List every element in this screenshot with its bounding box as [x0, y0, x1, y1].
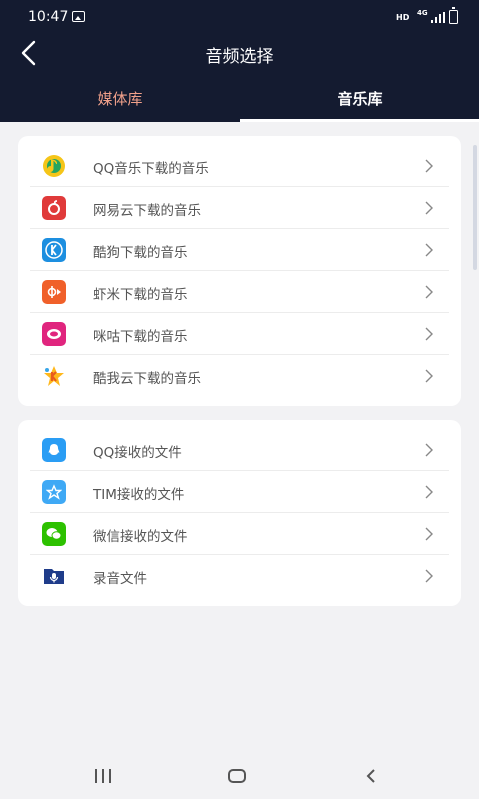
status-bar: 10:47 HD 4G [0, 0, 479, 34]
app-header: 10:47 HD 4G 音频选择 媒体库 音乐库 [0, 0, 479, 122]
list-item-label: 录音文件 [93, 571, 147, 587]
network-type-indicator: 4G [417, 9, 428, 17]
page-title: 音频选择 [205, 47, 274, 67]
kugou-icon [42, 238, 66, 262]
music-apps-card: QQ音乐下载的音乐 网易云下载的音乐 酷狗下载的音乐 虾米下载的音乐 咪咕下载的… [18, 136, 461, 406]
list-item-label: 微信接收的文件 [93, 529, 188, 545]
list-item-kugou-music[interactable]: 酷狗下载的音乐 [18, 229, 461, 271]
tab-music-library[interactable]: 音乐库 [240, 88, 479, 122]
list-item-qq-music[interactable]: QQ音乐下载的音乐 [18, 145, 461, 187]
list-item-tim-files[interactable]: TIM接收的文件 [18, 471, 461, 513]
gallery-notification-icon [72, 11, 85, 22]
system-navigation-bar [0, 752, 479, 799]
chevron-right-icon [425, 569, 433, 583]
chevron-right-icon [425, 327, 433, 341]
chevron-right-icon [425, 201, 433, 215]
list-item-migu-music[interactable]: 咪咕下载的音乐 [18, 313, 461, 355]
chevron-right-icon [425, 527, 433, 541]
battery-icon [449, 7, 458, 24]
recording-folder-icon [42, 564, 66, 588]
chevron-right-icon [425, 443, 433, 457]
list-item-label: 酷狗下载的音乐 [93, 245, 188, 261]
tab-media-library[interactable]: 媒体库 [0, 88, 240, 122]
file-sources-card: QQ接收的文件 TIM接收的文件 微信接收的文件 录音文件 [18, 420, 461, 606]
scrollbar[interactable] [473, 145, 477, 270]
list-item-wechat-files[interactable]: 微信接收的文件 [18, 513, 461, 555]
list-item-recordings[interactable]: 录音文件 [18, 555, 461, 597]
list-item-label: TIM接收的文件 [93, 487, 185, 503]
status-time: 10:47 [28, 9, 69, 25]
list-item-label: 虾米下载的音乐 [93, 287, 188, 303]
chevron-right-icon [425, 369, 433, 383]
list-item-qq-files[interactable]: QQ接收的文件 [18, 429, 461, 471]
recent-apps-icon[interactable] [94, 769, 112, 783]
tim-icon [42, 480, 66, 504]
xiami-icon [42, 280, 66, 304]
chevron-right-icon [425, 485, 433, 499]
list-item-label: 网易云下载的音乐 [93, 203, 201, 219]
list-item-kuwo-music[interactable]: 酷我云下载的音乐 [18, 355, 461, 397]
back-nav-icon[interactable] [365, 768, 377, 784]
signal-icon [431, 12, 445, 23]
chevron-right-icon [425, 159, 433, 173]
chevron-right-icon [425, 243, 433, 257]
list-item-label: 酷我云下载的音乐 [93, 371, 201, 387]
home-icon[interactable] [228, 769, 246, 783]
list-item-netease-music[interactable]: 网易云下载的音乐 [18, 187, 461, 229]
wechat-icon [42, 522, 66, 546]
kuwo-icon [42, 364, 66, 388]
list-item-label: QQ音乐下载的音乐 [93, 161, 209, 177]
list-item-xiami-music[interactable]: 虾米下载的音乐 [18, 271, 461, 313]
active-tab-indicator [240, 119, 479, 122]
qq-icon [42, 438, 66, 462]
netease-cloud-music-icon [42, 196, 66, 220]
chevron-right-icon [425, 285, 433, 299]
migu-icon [42, 322, 66, 346]
list-item-label: QQ接收的文件 [93, 445, 182, 461]
list-item-label: 咪咕下载的音乐 [93, 329, 188, 345]
qq-music-icon [42, 154, 66, 178]
hd-indicator: HD [396, 13, 410, 22]
